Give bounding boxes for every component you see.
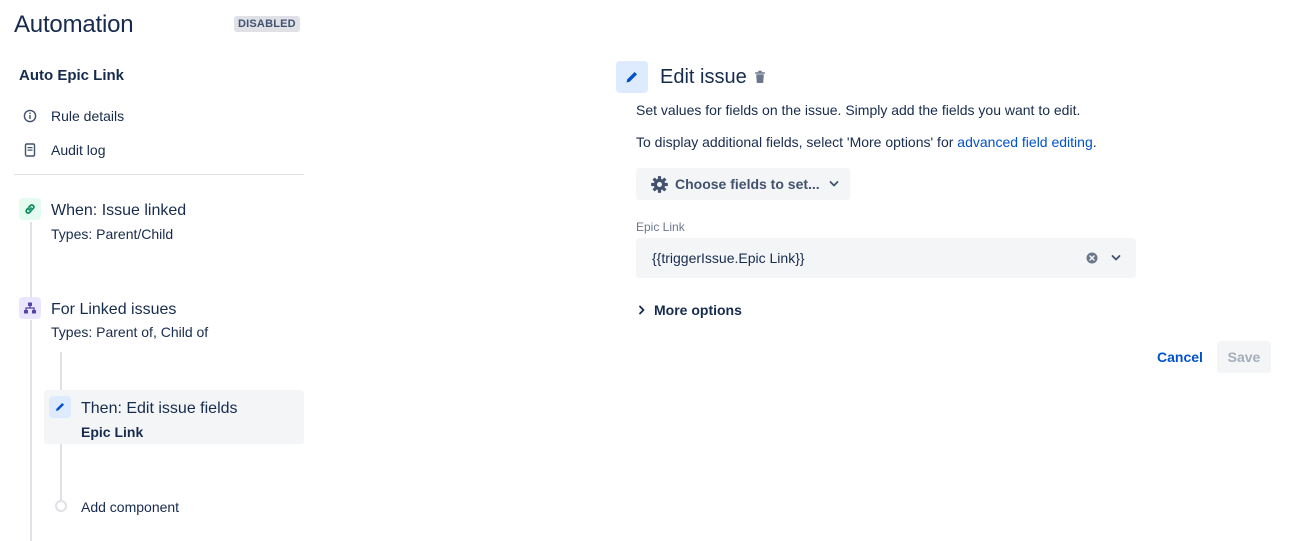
step-title: Then: Edit issue fields	[81, 400, 238, 417]
sidebar-divider	[14, 174, 304, 175]
step-subtitle: Epic Link	[81, 424, 144, 440]
connector-line	[30, 320, 32, 541]
epic-link-label: Epic Link	[636, 220, 685, 234]
trigger-step[interactable]: When: Issue linked Types: Parent/Child	[19, 198, 304, 248]
step-title: For Linked issues	[51, 301, 177, 318]
panel-title: Edit issue	[660, 66, 747, 88]
step-title: When: Issue linked	[51, 202, 187, 219]
status-badge: DISABLED	[234, 16, 300, 32]
pencil-icon	[616, 61, 648, 93]
advanced-field-editing-link[interactable]: advanced field editing	[957, 134, 1092, 150]
description-text: To display additional fields, select 'Mo…	[636, 134, 958, 150]
choose-fields-label: Choose fields to set...	[675, 176, 820, 192]
link-icon	[19, 198, 41, 220]
description-text: .	[1092, 134, 1097, 150]
cancel-button[interactable]: Cancel	[1150, 341, 1210, 373]
hierarchy-icon	[19, 297, 41, 319]
add-component-dot	[55, 500, 67, 512]
sidebar-item-label: Rule details	[51, 108, 125, 124]
add-component-button[interactable]: Add component	[81, 499, 179, 517]
choose-fields-button[interactable]: Choose fields to set...	[636, 168, 850, 200]
step-subtitle: Types: Parent/Child	[51, 226, 174, 242]
epic-link-field[interactable]: {{triggerIssue.Epic Link}}	[636, 238, 1136, 278]
add-component-label: Add component	[81, 499, 180, 515]
panel-description: Set values for fields on the issue. Simp…	[636, 102, 1081, 118]
panel-description-advanced: To display additional fields, select 'Mo…	[636, 134, 1097, 150]
chevron-right-icon	[638, 305, 646, 315]
epic-link-value: {{triggerIssue.Epic Link}}	[652, 250, 805, 266]
save-button[interactable]: Save	[1217, 341, 1271, 373]
more-options-label: More options	[654, 302, 742, 318]
sidebar-item-rule-details[interactable]: Rule details	[22, 108, 124, 124]
more-options-toggle[interactable]: More options	[638, 302, 742, 318]
sidebar-item-audit-log[interactable]: Audit log	[22, 142, 105, 158]
chevron-down-icon[interactable]	[1110, 252, 1122, 264]
info-icon	[22, 108, 38, 124]
sidebar-item-label: Audit log	[51, 142, 106, 158]
chevron-down-icon	[829, 180, 839, 188]
trash-icon[interactable]	[753, 69, 767, 85]
clear-icon[interactable]	[1085, 251, 1099, 265]
branch-step[interactable]: For Linked issues Types: Parent of, Chil…	[19, 297, 304, 347]
step-subtitle: Types: Parent of, Child of	[51, 324, 209, 340]
gear-icon	[650, 175, 669, 194]
page-title: Automation	[14, 11, 134, 38]
document-icon	[22, 142, 38, 158]
action-step[interactable]: Then: Edit issue fields Epic Link	[49, 396, 299, 440]
pencil-icon	[49, 396, 71, 418]
rule-name: Auto Epic Link	[19, 67, 124, 84]
